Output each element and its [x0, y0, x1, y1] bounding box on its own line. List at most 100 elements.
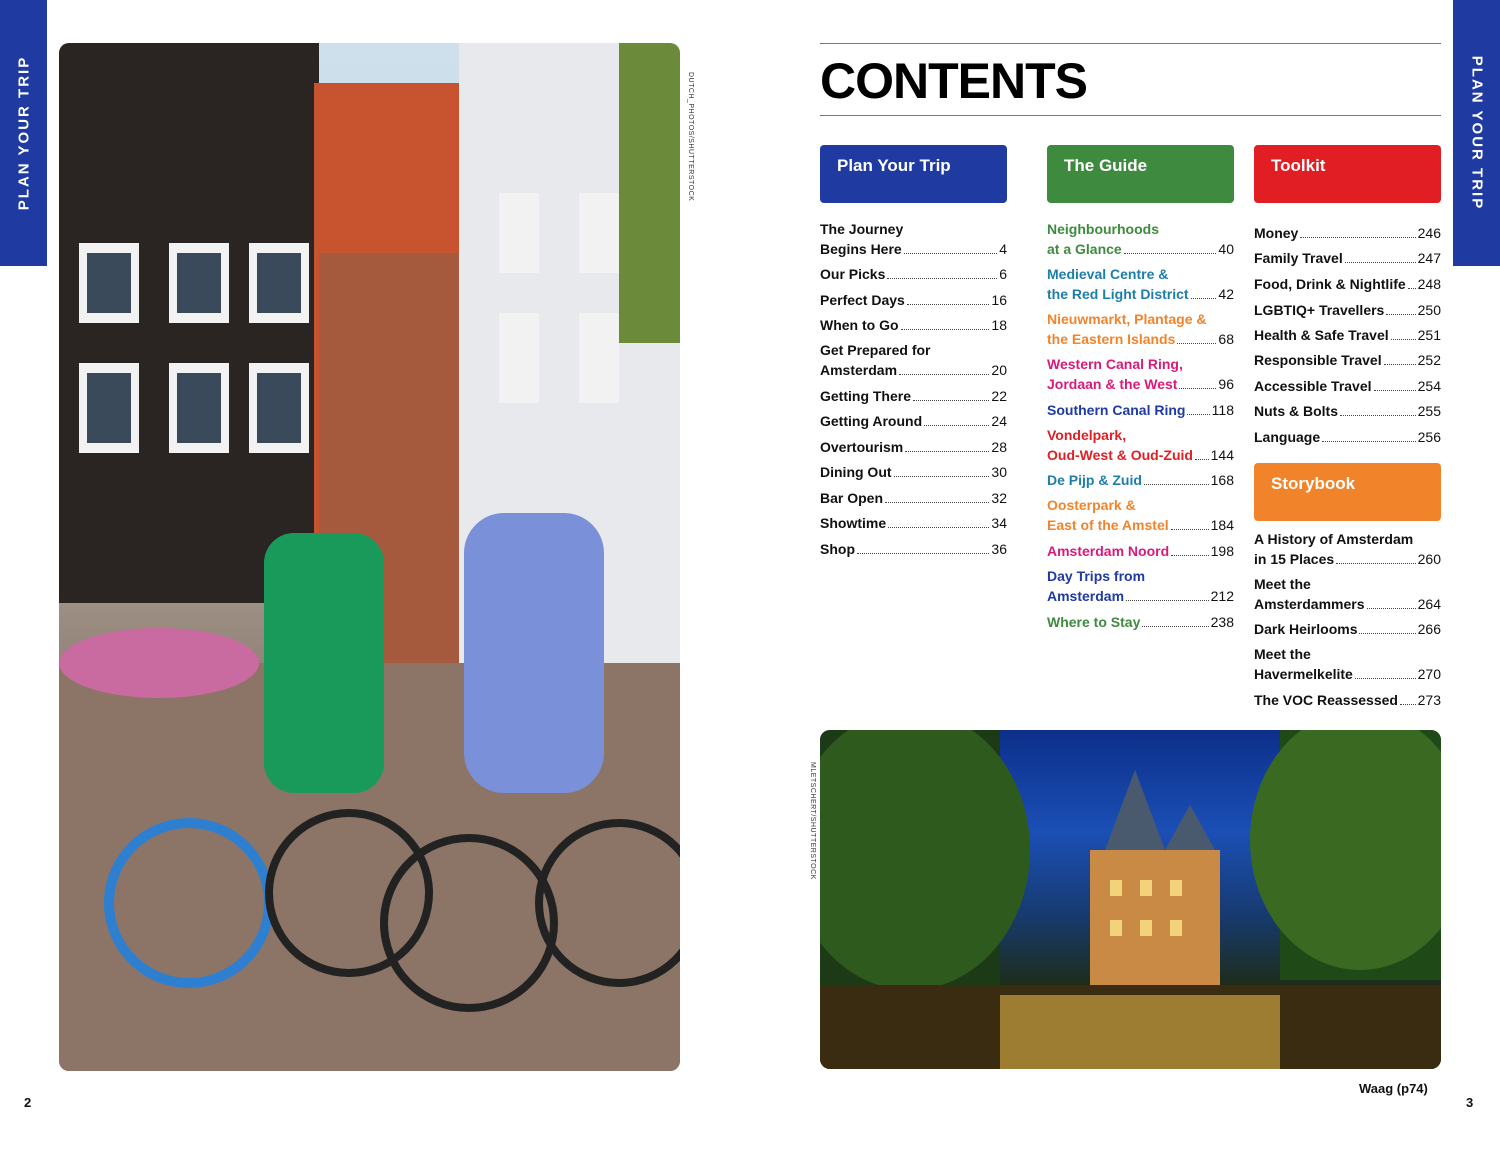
- toc-entry-row: the Eastern Islands 68: [1047, 329, 1234, 349]
- toc-entry-title: Jordaan & the West: [1047, 376, 1178, 392]
- toc-entry[interactable]: De Pijp & Zuid 168: [1047, 470, 1234, 490]
- toc-leader-dots: [1322, 441, 1416, 442]
- toc-leader-dots: [1300, 237, 1416, 238]
- toc-entry-row: De Pijp & Zuid 168: [1047, 470, 1234, 490]
- toc-entry[interactable]: Language 256: [1254, 427, 1441, 447]
- toc-entry-title: the Red Light District: [1047, 286, 1189, 302]
- toc-entry[interactable]: The Journey Begins Here 4: [820, 219, 1007, 259]
- toc-entry-row: Language 256: [1254, 427, 1441, 447]
- toc-leader-dots: [887, 278, 998, 279]
- toc-entry[interactable]: Showtime 34: [820, 513, 1007, 533]
- toc-entry[interactable]: The VOC Reassessed 273: [1254, 690, 1441, 710]
- toc-leader-dots: [1187, 414, 1210, 415]
- toc-entry[interactable]: Meet the Amsterdammers 264: [1254, 574, 1441, 614]
- toc-leader-dots: [1344, 262, 1416, 263]
- toc-entry[interactable]: Day Trips from Amsterdam 212: [1047, 566, 1234, 606]
- toc-leader-dots: [1194, 459, 1209, 460]
- toc-entry[interactable]: Accessible Travel 254: [1254, 376, 1441, 396]
- toc-page-number: 68: [1218, 331, 1234, 347]
- toc-leader-dots: [1126, 600, 1209, 601]
- photo-credit-bottom: MLETSCHERT/SHUTTERSTOCK: [809, 762, 816, 880]
- toc-entry[interactable]: Shop 36: [820, 539, 1007, 559]
- side-tab-right-label: PLAN YOUR TRIP: [1468, 55, 1485, 211]
- toc-entry-title-line1: Meet the: [1254, 576, 1311, 592]
- toc-entry[interactable]: Amsterdam Noord 198: [1047, 541, 1234, 561]
- toc-page-number: 247: [1417, 250, 1441, 266]
- toc-leader-dots: [1340, 415, 1416, 416]
- toc-entry[interactable]: Meet the Havermelkelite 270: [1254, 644, 1441, 684]
- toc-entry[interactable]: Health & Safe Travel 251: [1254, 325, 1441, 345]
- toc-entry-title: Family Travel: [1254, 250, 1343, 266]
- toc-entry[interactable]: Responsible Travel 252: [1254, 350, 1441, 370]
- toc-entry[interactable]: Bar Open 32: [820, 488, 1007, 508]
- toc-page-number: 34: [991, 515, 1007, 531]
- waag-photo: [820, 730, 1441, 1069]
- toc-leader-dots: [905, 451, 990, 452]
- toc-entry[interactable]: Where to Stay 238: [1047, 612, 1234, 632]
- toc-entry[interactable]: Food, Drink & Nightlife 248: [1254, 274, 1441, 294]
- section-header-toolkit: Toolkit: [1254, 145, 1441, 203]
- toc-entry[interactable]: Overtourism 28: [820, 437, 1007, 457]
- toc-entry-row: the Red Light District 42: [1047, 284, 1234, 304]
- toc-page-number: 4: [999, 241, 1007, 257]
- photo-caption: Waag (p74): [1359, 1081, 1428, 1096]
- toc-entry[interactable]: Family Travel 247: [1254, 248, 1441, 268]
- toc-entry-title: Southern Canal Ring: [1047, 402, 1186, 418]
- toc-page-number: 20: [991, 362, 1007, 378]
- toc-entry-row: Responsible Travel 252: [1254, 350, 1441, 370]
- toc-leader-dots: [1143, 484, 1209, 485]
- toc-entry-title: Where to Stay: [1047, 614, 1141, 630]
- toc-entry-title: Getting Around: [820, 413, 923, 429]
- toc-entry-title: the Eastern Islands: [1047, 331, 1176, 347]
- toc-entry[interactable]: Southern Canal Ring 118: [1047, 400, 1234, 420]
- toc-page-number: 266: [1417, 621, 1441, 637]
- section-header-storybook: Storybook: [1254, 463, 1441, 521]
- toc-leader-dots: [1366, 608, 1416, 609]
- toc-entry-row: Dark Heirlooms 266: [1254, 619, 1441, 639]
- toc-entry[interactable]: Our Picks 6: [820, 264, 1007, 284]
- toc-page-number: 260: [1417, 551, 1441, 567]
- toc-entry-row: Amsterdam Noord 198: [1047, 541, 1234, 561]
- toc-entry[interactable]: Neighbourhoods at a Glance 40: [1047, 219, 1234, 259]
- toc-entry[interactable]: Getting There 22: [820, 386, 1007, 406]
- toc-entry-row: Overtourism 28: [820, 437, 1007, 457]
- toc-entry[interactable]: Perfect Days 16: [820, 290, 1007, 310]
- toc-entry-row: in 15 Places 260: [1254, 549, 1441, 569]
- toc-entry[interactable]: Getting Around 24: [820, 411, 1007, 431]
- toc-entry[interactable]: Vondelpark, Oud-West & Oud-Zuid 144: [1047, 425, 1234, 465]
- toc-entry-title: Amsterdammers: [1254, 596, 1365, 612]
- toc-page-number: 270: [1417, 666, 1441, 682]
- toc-leader-dots: [906, 304, 990, 305]
- toc-entry[interactable]: Money 246: [1254, 223, 1441, 243]
- toc-leader-dots: [893, 476, 990, 477]
- toc-entry[interactable]: Western Canal Ring, Jordaan & the West 96: [1047, 354, 1234, 394]
- toc-leader-dots: [1359, 633, 1416, 634]
- toc-entry-title-line1: Vondelpark,: [1047, 427, 1127, 443]
- toc-entry[interactable]: When to Go 18: [820, 315, 1007, 335]
- toc-entry[interactable]: Dining Out 30: [820, 462, 1007, 482]
- toc-entry[interactable]: LGBTIQ+ Travellers 250: [1254, 300, 1441, 320]
- toc-entry[interactable]: Get Prepared for Amsterdam 20: [820, 340, 1007, 380]
- toc-entry[interactable]: Nieuwmarkt, Plantage & the Eastern Island…: [1047, 309, 1234, 349]
- toc-entry[interactable]: Oosterpark & East of the Amstel 184: [1047, 495, 1234, 535]
- toc-entry-title: Perfect Days: [820, 292, 905, 308]
- toc-entry-row: Accessible Travel 254: [1254, 376, 1441, 396]
- top-rule: [820, 43, 1441, 44]
- toc-entry-title: Language: [1254, 429, 1321, 445]
- toc-page-number: 42: [1218, 286, 1234, 302]
- toc-entry-title: De Pijp & Zuid: [1047, 472, 1142, 488]
- toc-entry-row: Nuts & Bolts 255: [1254, 401, 1441, 421]
- toc-entry[interactable]: Nuts & Bolts 255: [1254, 401, 1441, 421]
- toc-leader-dots: [1171, 555, 1209, 556]
- side-tab-left: PLAN YOUR TRIP: [0, 0, 47, 266]
- toc-entry[interactable]: A History of Amsterdam in 15 Places 260: [1254, 529, 1441, 569]
- toc-page-number: 198: [1210, 543, 1234, 559]
- toc-entry[interactable]: Dark Heirlooms 266: [1254, 619, 1441, 639]
- toc-page-number: 264: [1417, 596, 1441, 612]
- toc-page-number: 168: [1210, 472, 1234, 488]
- toc-entry-row: The VOC Reassessed 273: [1254, 690, 1441, 710]
- toc-leader-dots: [1170, 529, 1209, 530]
- title-rule: [820, 115, 1441, 116]
- toc-entry[interactable]: Medieval Centre & the Red Light District 4…: [1047, 264, 1234, 304]
- toc-entry-row: Havermelkelite 270: [1254, 664, 1441, 684]
